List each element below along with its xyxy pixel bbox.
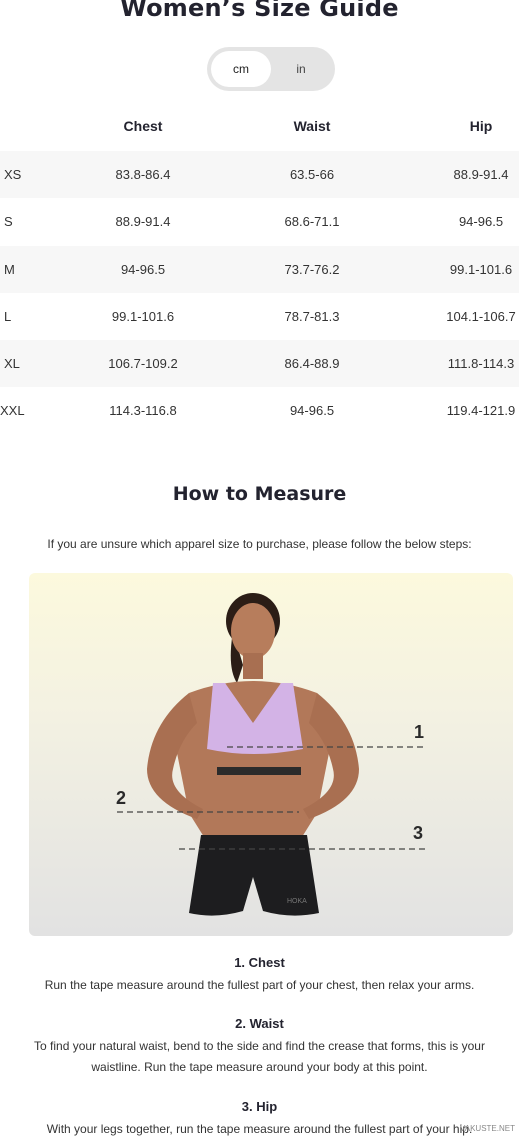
waist-value: 78.7-81.3 — [284, 309, 340, 324]
measure-intro: If you are unsure which apparel size to … — [47, 537, 472, 551]
how-to-measure-heading: How to Measure — [172, 483, 347, 505]
chest-value: 94-96.5 — [120, 262, 166, 277]
header-hip: Hip — [469, 118, 493, 134]
unit-toggle[interactable]: cm in — [207, 47, 335, 91]
unit-option-in[interactable]: in — [271, 51, 331, 87]
waist-value: 73.7-76.2 — [284, 262, 340, 277]
header-waist: Waist — [293, 118, 331, 134]
waist-value: 63.5-66 — [289, 167, 335, 182]
step-waist-text: To find your natural waist, bend to the … — [34, 1039, 485, 1074]
size-label: M — [4, 262, 15, 277]
table-row: XL 106.7-109.2 86.4-88.9 111.8-114.3 — [0, 340, 519, 387]
chest-marker: 1 — [414, 722, 424, 742]
hip-value: 99.1-101.6 — [449, 262, 513, 277]
size-label: L — [4, 309, 12, 324]
hip-value: 104.1-106.7 — [446, 309, 516, 324]
size-label: XL — [4, 356, 20, 371]
size-label: XXL — [0, 403, 25, 418]
model-illustration: HOKA 1 2 3 — [116, 593, 427, 916]
table-row: XXL 114.3-116.8 94-96.5 119.4-121.9 — [0, 387, 519, 434]
waist-value: 94-96.5 — [289, 403, 335, 418]
size-table-header: Chest Waist Hip — [0, 118, 519, 138]
chest-value: 83.8-86.4 — [115, 167, 171, 182]
waist-value: 68.6-71.1 — [284, 214, 340, 229]
step-hip-title: 3. Hip — [241, 1099, 278, 1114]
measurement-figure: HOKA 1 2 3 — [29, 573, 513, 936]
chest-value: 88.9-91.4 — [115, 214, 171, 229]
step-waist-title: 2. Waist — [235, 1016, 284, 1031]
hip-value: 119.4-121.9 — [446, 403, 516, 418]
chest-value: 114.3-116.8 — [109, 403, 177, 418]
size-label: XS — [4, 167, 22, 182]
hip-value: 111.8-114.3 — [447, 356, 515, 371]
table-row: L 99.1-101.6 78.7-81.3 104.1-106.7 — [0, 293, 519, 340]
unit-option-cm[interactable]: cm — [211, 51, 271, 87]
table-row: S 88.9-91.4 68.6-71.1 94-96.5 — [0, 198, 519, 245]
chest-value: 106.7-109.2 — [108, 356, 178, 371]
waist-marker: 2 — [116, 788, 126, 808]
step-chest-text: Run the tape measure around the fullest … — [44, 978, 475, 992]
table-row: XS 83.8-86.4 63.5-66 88.9-91.4 — [0, 151, 519, 198]
size-label: S — [4, 214, 13, 229]
watermark: VAKUSTE.NET — [460, 1124, 515, 1133]
waist-value: 86.4-88.9 — [284, 356, 340, 371]
header-chest: Chest — [123, 118, 163, 134]
step-chest-title: 1. Chest — [234, 955, 285, 970]
chest-value: 99.1-101.6 — [111, 309, 175, 324]
table-row: M 94-96.5 73.7-76.2 99.1-101.6 — [0, 246, 519, 293]
page-title: Women’s Size Guide — [120, 0, 399, 22]
brand-logo: HOKA — [287, 898, 307, 905]
hip-value: 94-96.5 — [458, 214, 504, 229]
hip-marker: 3 — [413, 823, 423, 843]
hip-value: 88.9-91.4 — [453, 167, 509, 182]
